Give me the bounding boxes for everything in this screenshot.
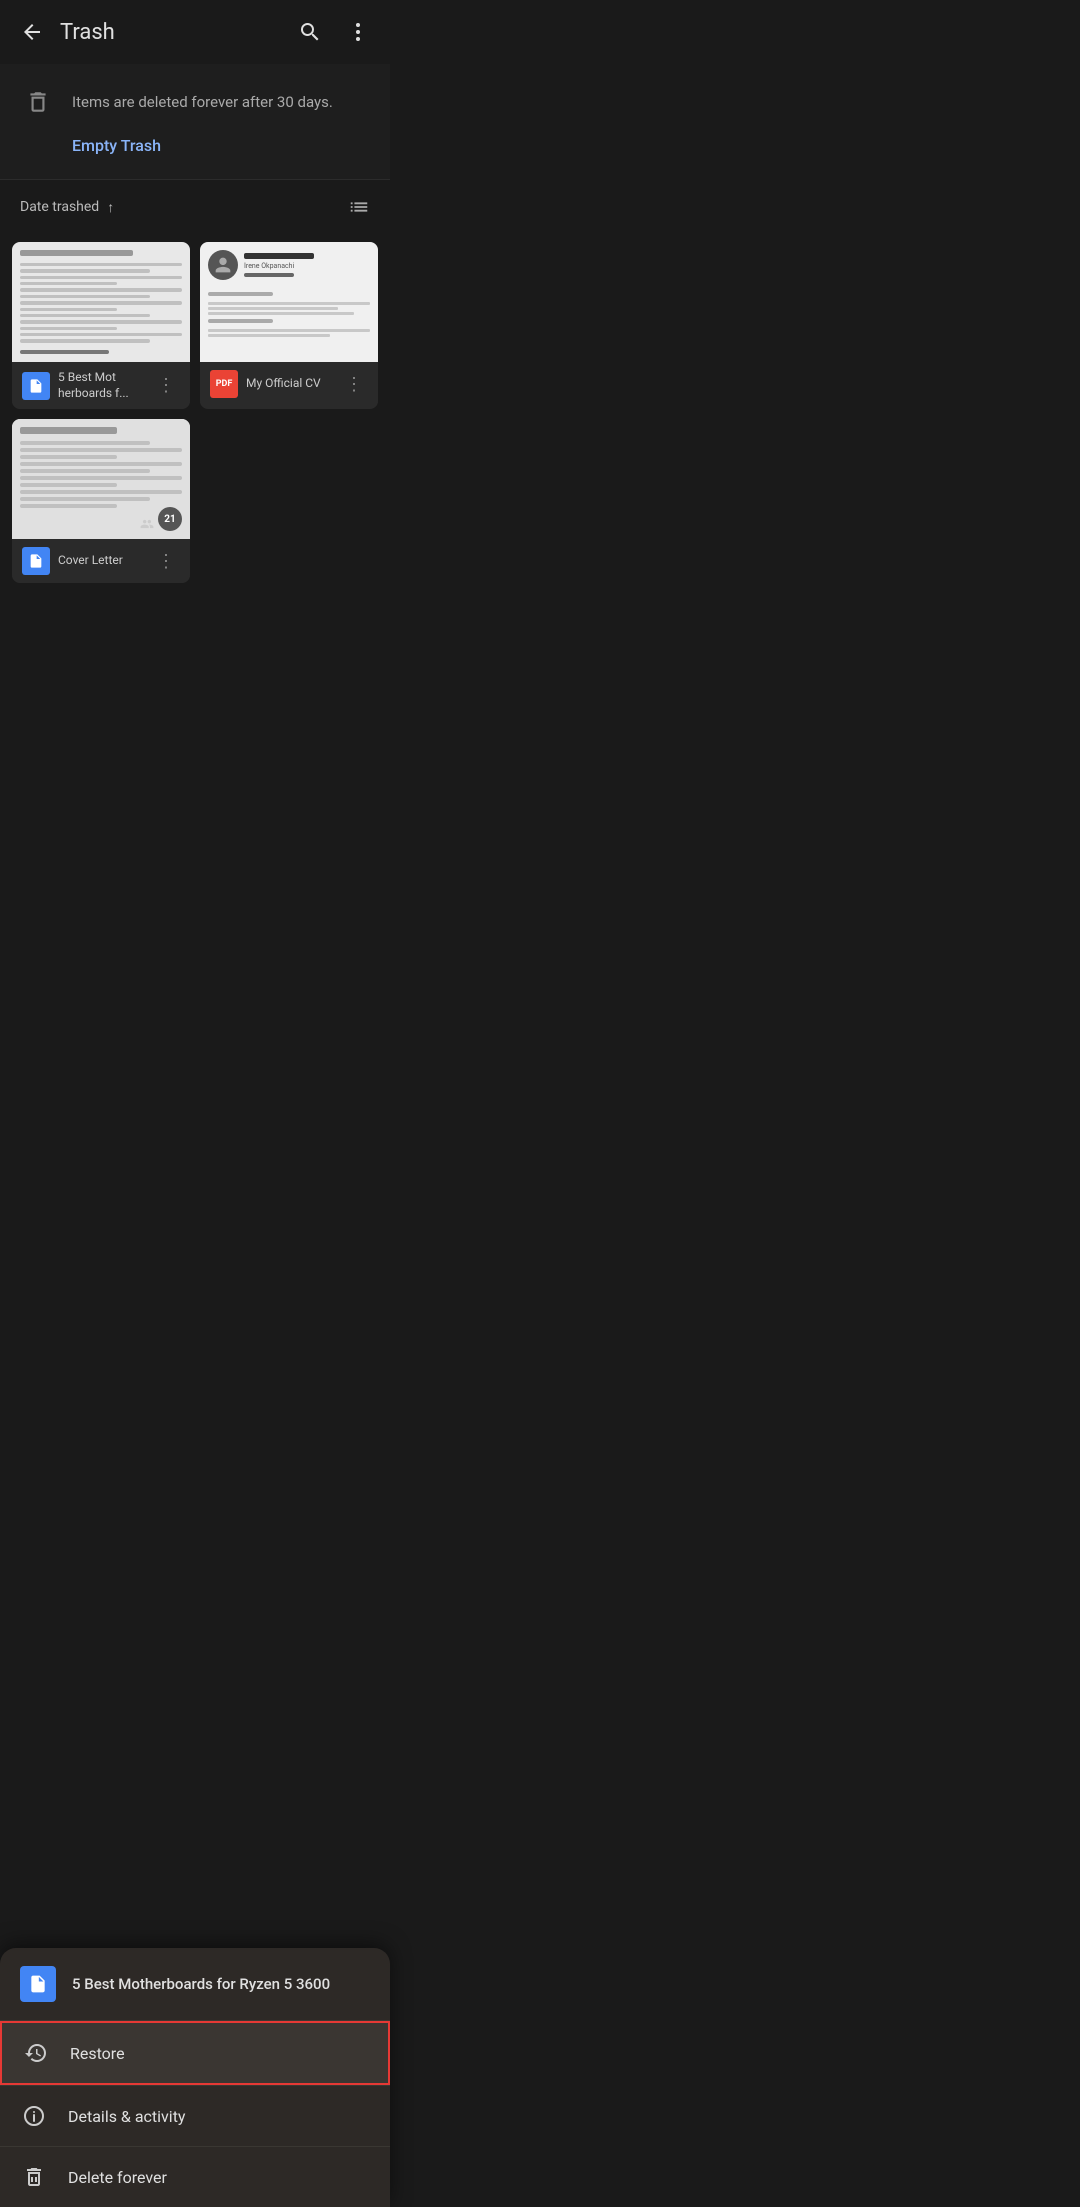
- delete-forever-menu-item[interactable]: Delete forever: [0, 2147, 390, 2207]
- delete-forever-icon: [20, 2163, 48, 2191]
- search-button[interactable]: [290, 12, 330, 52]
- restore-menu-item[interactable]: Restore: [0, 2021, 390, 2085]
- sheet-file-row: 5 Best Motherboards for Ryzen 5 3600: [0, 1948, 390, 2021]
- files-grid: 5 Best Mot herboards f... ⋮ Irene Okpana…: [0, 234, 390, 591]
- file-card-2[interactable]: Irene Okpanachi PDF: [200, 242, 378, 409]
- file-name-1: 5 Best Mot herboards f...: [58, 370, 144, 401]
- info-row: Items are deleted forever after 30 days.: [20, 84, 370, 120]
- file-card-1[interactable]: 5 Best Mot herboards f... ⋮: [12, 242, 190, 409]
- restore-icon: [22, 2039, 50, 2067]
- details-label: Details & activity: [68, 2107, 186, 2126]
- file-card-3[interactable]: 21 Cover Letter ⋮: [12, 419, 190, 583]
- sheet-file-name: 5 Best Motherboards for Ryzen 5 3600: [72, 1975, 330, 1993]
- info-bar: Items are deleted forever after 30 days.…: [0, 64, 390, 180]
- doc-type-icon-3: [22, 547, 50, 575]
- file-thumbnail-3: 21: [12, 419, 190, 539]
- app-header: Trash: [0, 0, 390, 64]
- header-actions: [290, 12, 378, 52]
- file-info-2: PDF My Official CV ⋮: [200, 362, 378, 406]
- bottom-sheet: 5 Best Motherboards for Ryzen 5 3600 Res…: [0, 1948, 390, 2207]
- cv-avatar: [208, 250, 238, 280]
- file-thumbnail-2: Irene Okpanachi: [200, 242, 378, 362]
- trash-icon: [20, 84, 56, 120]
- people-icon: [140, 517, 154, 531]
- page-title: Trash: [60, 20, 290, 45]
- file-more-button-1[interactable]: ⋮: [152, 372, 180, 400]
- info-text: Items are deleted forever after 30 days.: [72, 93, 333, 111]
- back-button[interactable]: [12, 12, 52, 52]
- sheet-file-icon: [20, 1966, 56, 2002]
- sort-label[interactable]: Date trashed ↑: [20, 199, 114, 216]
- file-more-button-2[interactable]: ⋮: [340, 370, 368, 398]
- empty-trash-button[interactable]: Empty Trash: [72, 132, 370, 159]
- file-name-3: Cover Letter: [58, 553, 144, 569]
- list-view-button[interactable]: [348, 196, 370, 218]
- details-menu-item[interactable]: Details & activity: [0, 2086, 390, 2146]
- comment-count-badge: 21: [158, 507, 182, 531]
- restore-label: Restore: [70, 2044, 125, 2063]
- file-info-3: Cover Letter ⋮: [12, 539, 190, 583]
- sort-label-text: Date trashed: [20, 199, 99, 215]
- delete-forever-label: Delete forever: [68, 2168, 167, 2187]
- sort-bar: Date trashed ↑: [0, 180, 390, 234]
- file-name-2: My Official CV: [246, 376, 332, 392]
- info-icon: [20, 2102, 48, 2130]
- pdf-type-icon: PDF: [210, 370, 238, 398]
- file-info-1: 5 Best Mot herboards f... ⋮: [12, 362, 190, 409]
- file-more-button-3[interactable]: ⋮: [152, 547, 180, 575]
- doc-type-icon: [22, 372, 50, 400]
- more-options-button[interactable]: [338, 12, 378, 52]
- file-thumbnail-1: [12, 242, 190, 362]
- sort-direction-icon: ↑: [107, 199, 114, 216]
